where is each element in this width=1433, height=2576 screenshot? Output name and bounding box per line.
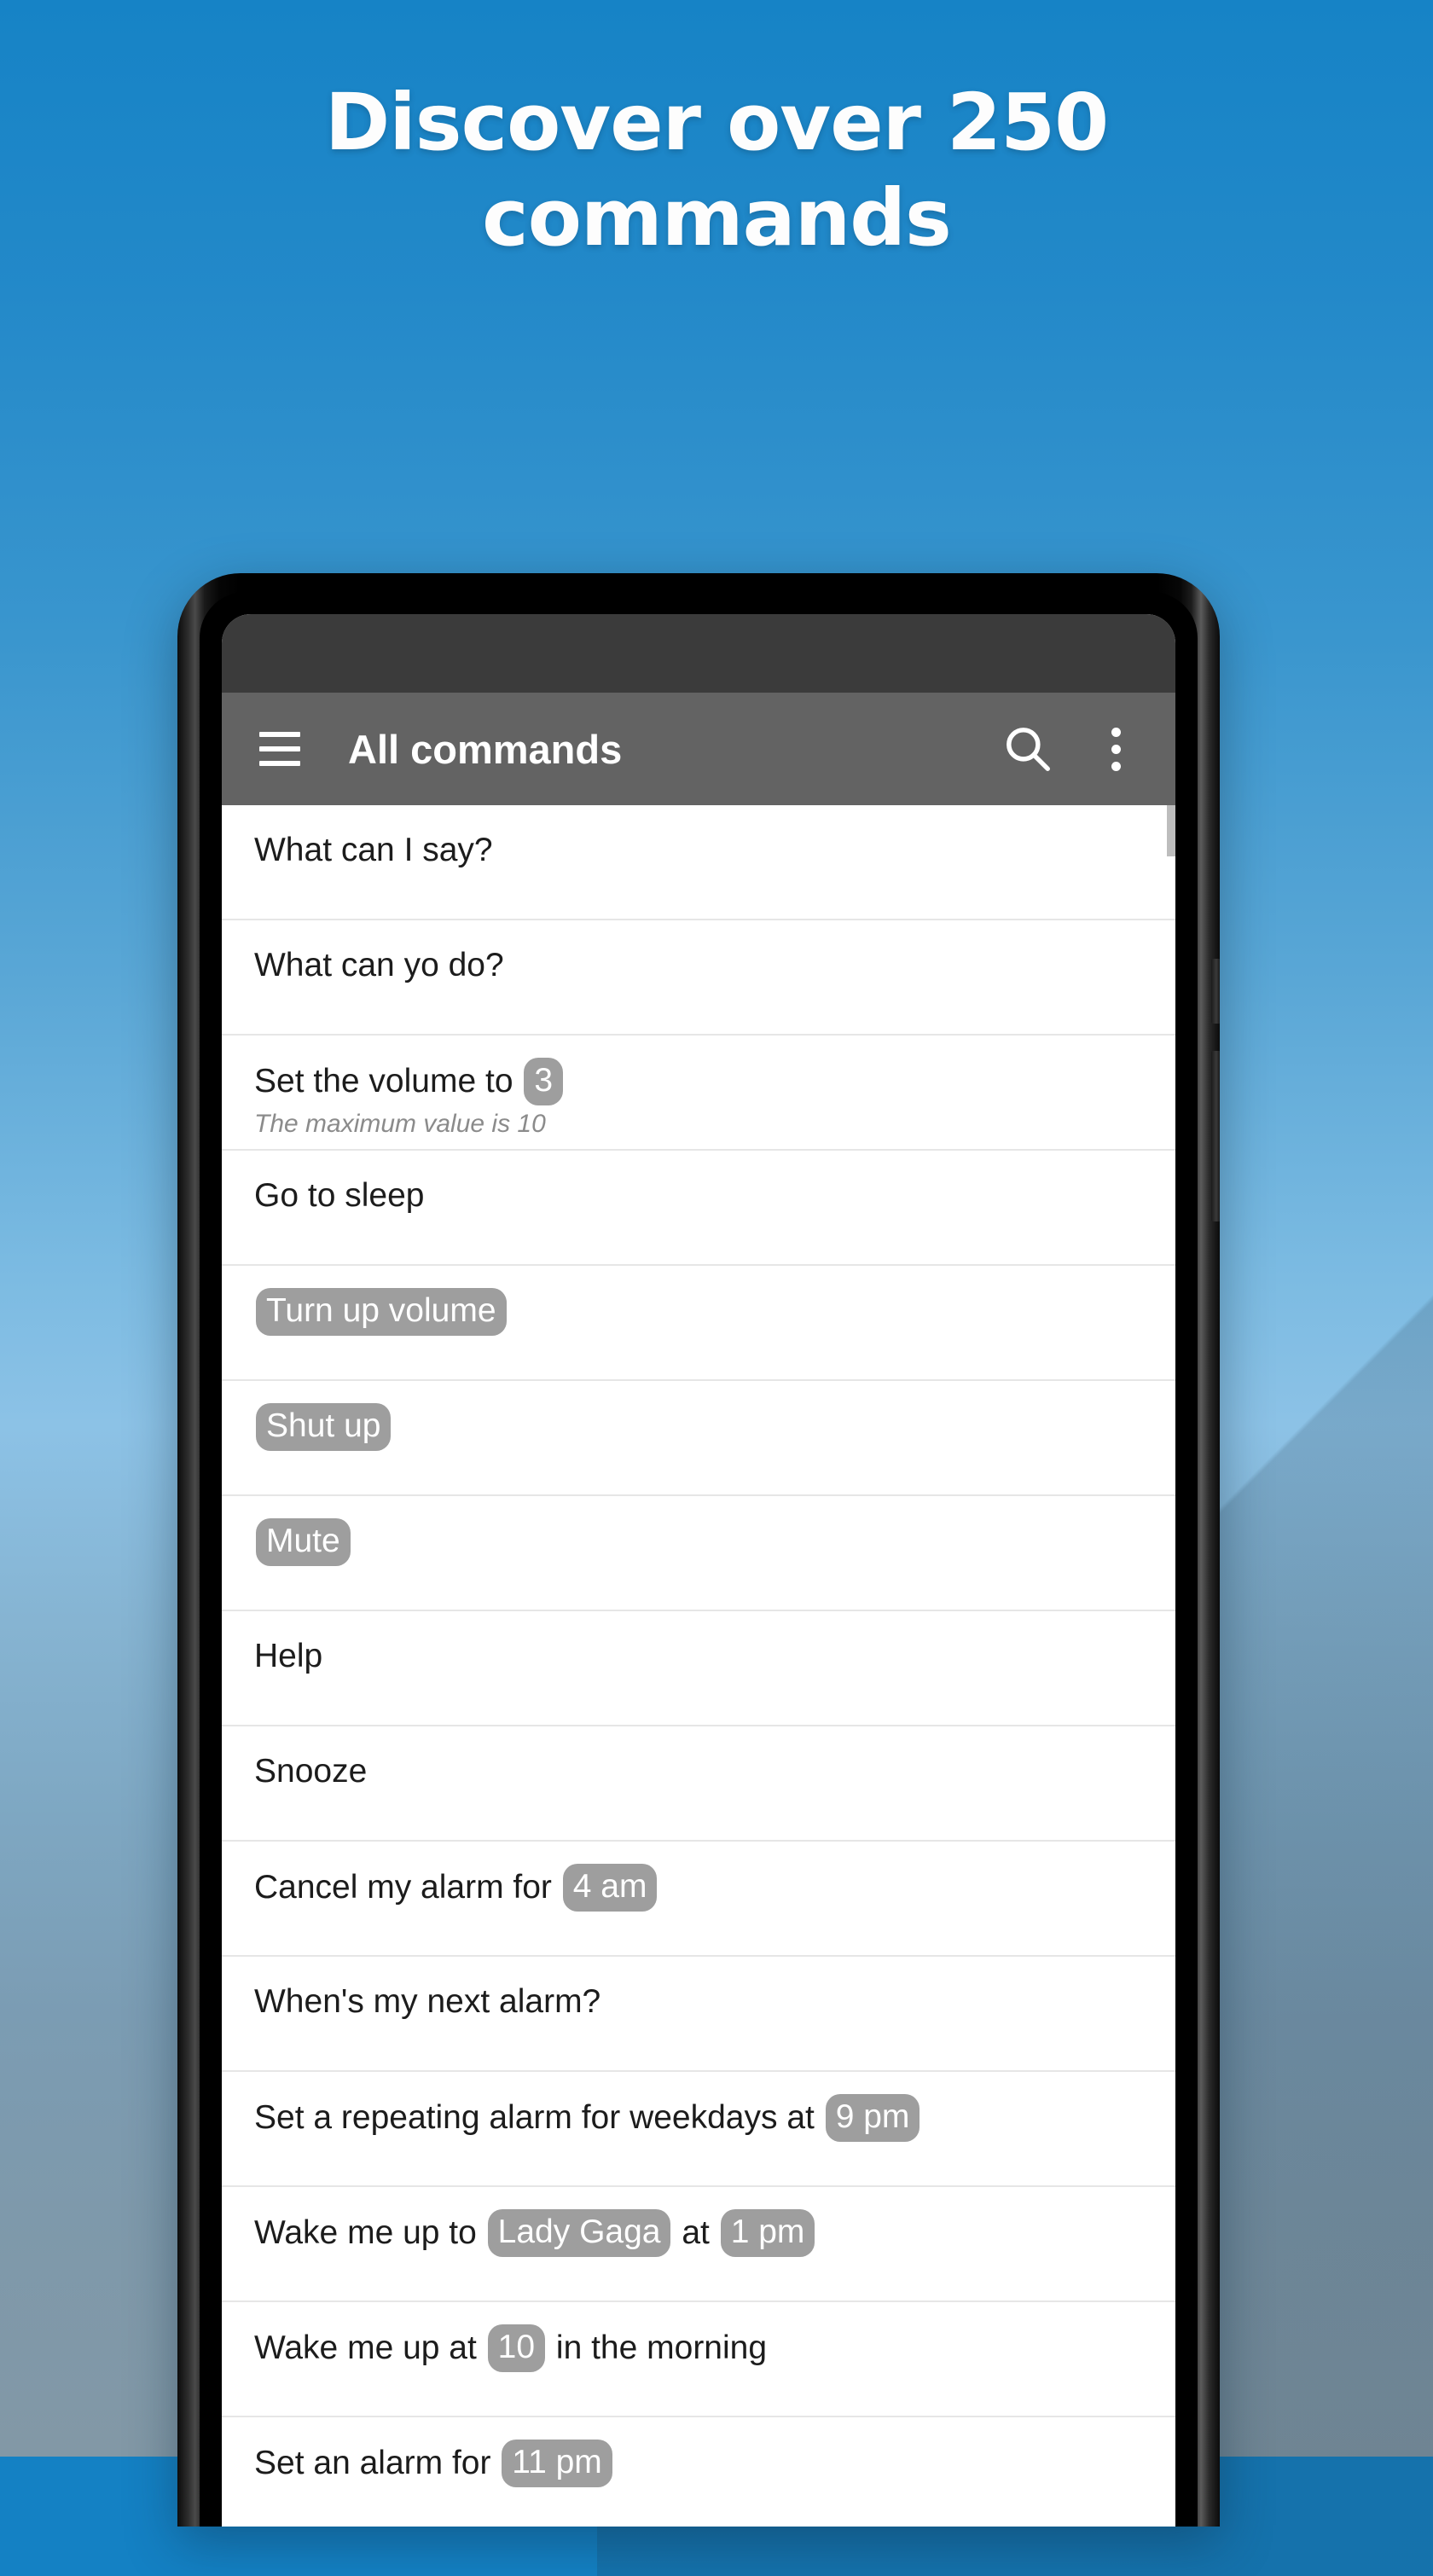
command-parameter-chip: 4 am [562, 1864, 658, 1912]
list-item-title: What can I say? [254, 827, 1175, 873]
list-item-title: Wake me up at 10 in the morning [254, 2324, 1175, 2372]
list-item[interactable]: When's my next alarm? [222, 1957, 1175, 2072]
phone-volume-button[interactable] [1211, 1051, 1220, 1221]
command-text: When's my next alarm? [254, 1983, 601, 2020]
command-text: Go to sleep [254, 1177, 425, 1214]
list-item[interactable]: What can yo do? [222, 920, 1175, 1036]
command-parameter-chip: 11 pm [502, 2440, 612, 2487]
command-text: in the morning [547, 2329, 768, 2366]
command-text: What can yo do? [254, 947, 504, 983]
list-item-title: What can yo do? [254, 943, 1175, 989]
list-item-title: Set the volume to 3 [254, 1058, 1175, 1105]
more-vertical-icon[interactable] [1090, 716, 1141, 782]
phone-screen: All commands What can I say? What can yo … [222, 614, 1175, 2527]
list-item-title: Go to sleep [254, 1173, 1175, 1219]
page-headline: Discover over 250 commands [0, 75, 1433, 266]
list-item-title: Snooze [254, 1749, 1175, 1795]
command-parameter-chip: 10 [487, 2324, 546, 2372]
list-item[interactable]: Mute [222, 1496, 1175, 1611]
menu-bar-1 [259, 732, 300, 737]
page-title: All commands [348, 726, 623, 772]
command-parameter-chip: Turn up volume [256, 1288, 507, 1336]
list-item-title: Mute [254, 1518, 1175, 1566]
command-text: Cancel my alarm for [254, 1869, 561, 1906]
app-bar: All commands [222, 693, 1175, 805]
list-item[interactable]: Set a repeating alarm for weekdays at 9 … [222, 2072, 1175, 2187]
command-text: Help [254, 1638, 323, 1674]
search-icon[interactable] [995, 716, 1061, 782]
command-parameter-chip: Shut up [256, 1403, 392, 1451]
commands-list[interactable]: What can I say? What can yo do? Set the vo… [222, 805, 1175, 2527]
command-text: Snooze [254, 1753, 368, 1790]
command-text: Set an alarm for [254, 2445, 501, 2481]
command-text: What can I say? [254, 832, 493, 868]
list-item[interactable]: What can I say? [222, 805, 1175, 920]
command-text: Set a repeating alarm for weekdays at [254, 2099, 824, 2136]
list-item[interactable]: Cancel my alarm for 4 am [222, 1842, 1175, 1957]
command-parameter-chip: 3 [524, 1058, 564, 1105]
command-parameter-chip: 1 pm [720, 2209, 815, 2257]
overflow-dot-3 [1111, 761, 1121, 771]
hamburger-menu-icon[interactable] [247, 717, 312, 781]
list-item-subtitle: The maximum value is 10 [254, 1110, 546, 1138]
list-item[interactable]: Wake me up to Lady Gaga at 1 pm [222, 2187, 1175, 2302]
list-item-title: Wake me up to Lady Gaga at 1 pm [254, 2209, 1175, 2257]
phone-mockup: All commands What can I say? What can yo … [177, 573, 1220, 2527]
list-item[interactable]: Wake me up at 10 in the morning [222, 2302, 1175, 2417]
list-item[interactable]: Set the volume to 3 The maximum value is … [222, 1036, 1175, 1151]
command-text: Wake me up at [254, 2329, 486, 2366]
list-item-title: Turn up volume [254, 1288, 1175, 1336]
headline-line-1: Discover over 250 [324, 77, 1109, 168]
overflow-dot-1 [1111, 727, 1121, 737]
command-parameter-chip: Lady Gaga [487, 2209, 671, 2257]
menu-bar-2 [259, 746, 300, 751]
list-item[interactable]: Snooze [222, 1726, 1175, 1842]
menu-bar-3 [259, 761, 300, 766]
list-item-title: When's my next alarm? [254, 1979, 1175, 2025]
overflow-dot-2 [1111, 744, 1121, 754]
status-bar [222, 614, 1175, 693]
list-item[interactable]: Go to sleep [222, 1151, 1175, 1266]
list-item[interactable]: Help [222, 1611, 1175, 1726]
command-text: Wake me up to [254, 2214, 486, 2251]
list-item-title: Shut up [254, 1403, 1175, 1451]
command-text: Set the volume to [254, 1063, 523, 1099]
list-item-title: Set an alarm for 11 pm [254, 2440, 1175, 2487]
command-parameter-chip: Mute [256, 1518, 351, 1566]
list-item[interactable]: Set an alarm for 11 pm [222, 2417, 1175, 2527]
headline-line-2: commands [482, 172, 952, 264]
phone-power-button[interactable] [1211, 959, 1220, 1024]
list-item-title: Cancel my alarm for 4 am [254, 1864, 1175, 1912]
list-item[interactable]: Turn up volume [222, 1266, 1175, 1381]
list-item-title: Help [254, 1633, 1175, 1680]
command-parameter-chip: 9 pm [825, 2094, 920, 2142]
list-item[interactable]: Shut up [222, 1381, 1175, 1496]
list-item-title: Set a repeating alarm for weekdays at 9 … [254, 2094, 1175, 2142]
command-text: at [672, 2214, 719, 2251]
